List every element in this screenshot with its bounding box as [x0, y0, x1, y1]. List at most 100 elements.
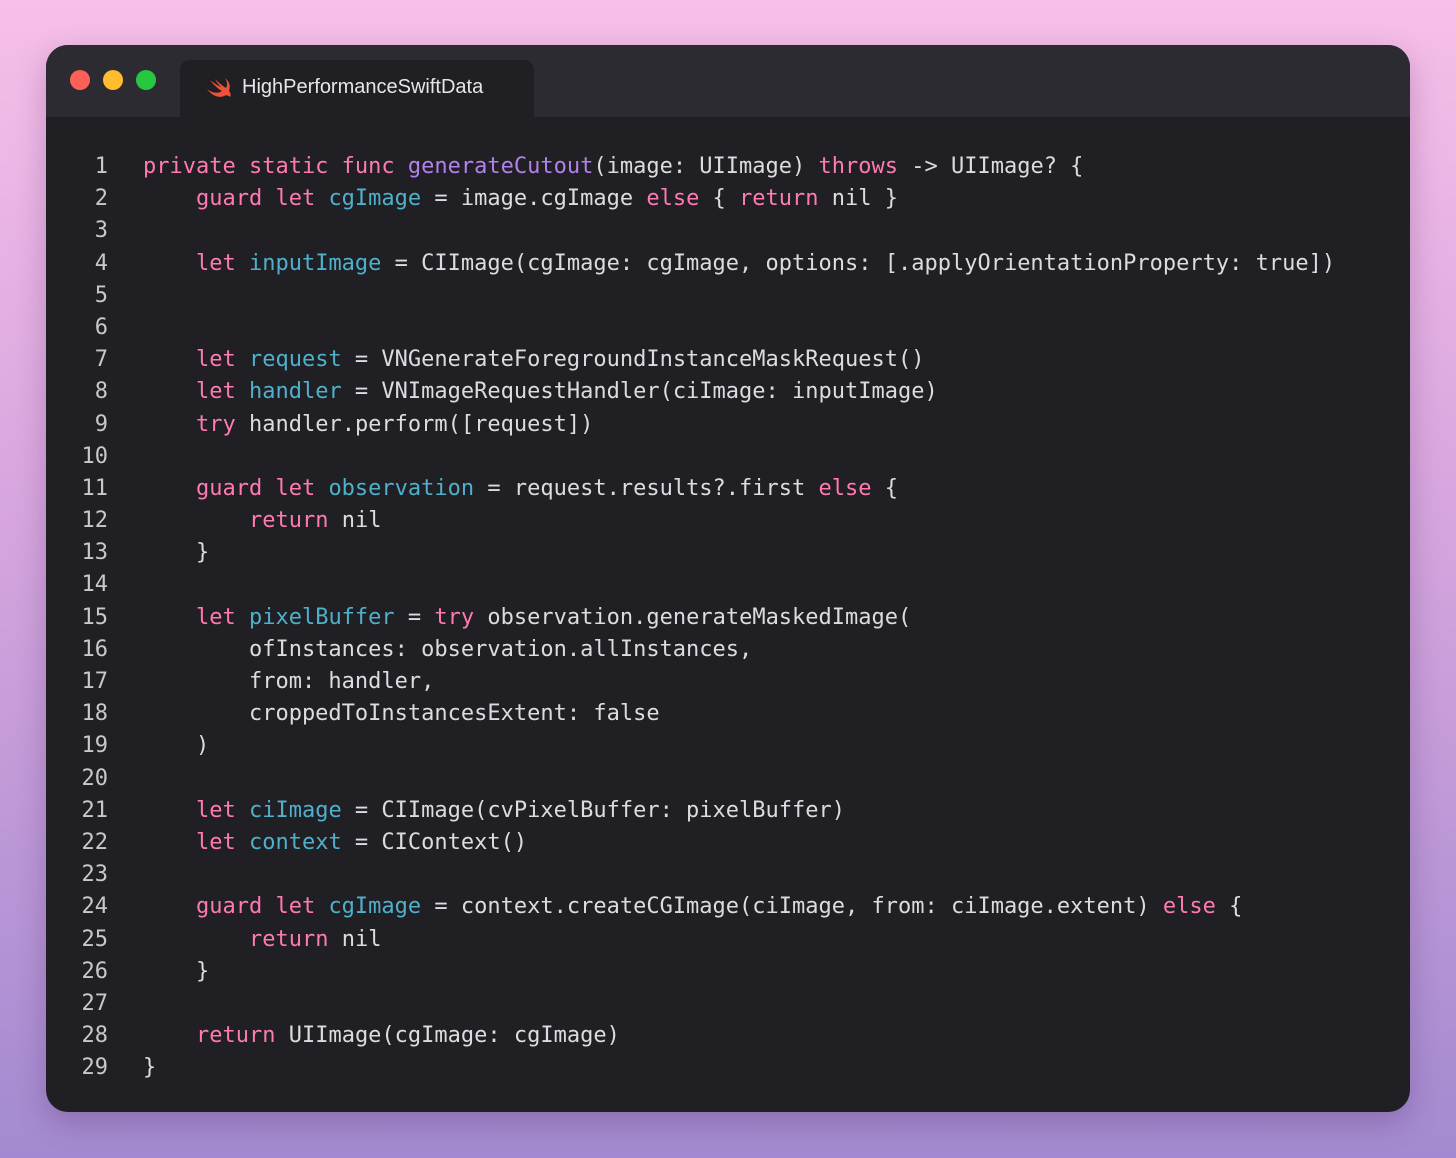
line-number: 23	[81, 862, 109, 888]
code-text: guard let cgImage = image.cgImage else {…	[143, 183, 898, 215]
code-token: let	[195, 250, 249, 276]
code-token: let	[195, 797, 249, 823]
code-line: 1 private static func generateCutout(imag…	[46, 151, 1410, 183]
code-token: }	[143, 540, 210, 566]
code-token: = context.createCGImage(ciImage, from: c…	[421, 894, 1163, 920]
code-token: guard let	[195, 186, 329, 212]
line-number: 26	[81, 958, 109, 984]
code-token: =	[394, 604, 435, 630]
line-number: 15	[81, 604, 109, 630]
code-token: observation	[328, 475, 475, 501]
line-number: 4	[94, 250, 108, 276]
line-number: 1	[94, 154, 108, 179]
line-number: 6	[94, 314, 108, 340]
code-line: 6	[46, 312, 1410, 344]
code-line: 14	[46, 569, 1410, 601]
code-token: context	[248, 829, 342, 855]
code-text: let inputImage = CIImage(cgImage: cgImag…	[143, 248, 1335, 280]
code-text: ofInstances: observation.allInstances,	[143, 634, 752, 666]
line-number: 27	[81, 990, 109, 1016]
zoom-button[interactable]	[136, 70, 156, 90]
code-token: throws	[818, 154, 898, 179]
code-line: 8 let handler = VNImageRequestHandler(ci…	[46, 376, 1410, 408]
code-editor[interactable]: 1 private static func generateCutout(imag…	[46, 151, 1410, 1084]
code-token: request	[248, 347, 342, 373]
code-token: )	[143, 733, 210, 759]
line-number: 25	[81, 926, 109, 952]
code-text: let context = CIContext()	[143, 827, 527, 859]
code-text: let handler = VNImageRequestHandler(ciIm…	[143, 376, 938, 408]
line-number: 28	[81, 1023, 109, 1049]
code-text: let ciImage = CIImage(cvPixelBuffer: pix…	[143, 795, 845, 827]
code-text: return nil	[143, 505, 381, 537]
line-number: 3	[94, 218, 108, 244]
code-token: guard let	[195, 475, 329, 501]
code-token: else	[646, 186, 700, 212]
code-token: cgImage	[328, 186, 422, 212]
line-number: 24	[81, 894, 109, 920]
code-text: let pixelBuffer = try observation.genera…	[143, 602, 911, 634]
code-token: handler	[248, 379, 342, 405]
code-token: cgImage	[328, 894, 422, 920]
code-line: 25 return nil	[46, 924, 1410, 956]
line-number: 17	[81, 669, 109, 694]
code-line: 16 ofInstances: observation.allInstances…	[46, 634, 1410, 666]
code-line: 2 guard let cgImage = image.cgImage else…	[46, 183, 1410, 215]
code-token: observation.generateMaskedImage(	[474, 604, 912, 630]
code-line: 10	[46, 441, 1410, 473]
code-text: let request = VNGenerateForegroundInstan…	[143, 344, 925, 376]
code-line: 15 let pixelBuffer = try observation.gen…	[46, 602, 1410, 634]
line-number: 29	[81, 1055, 109, 1081]
tab-title: HighPerformanceSwiftData	[242, 76, 484, 98]
code-text: private static func generateCutout(image…	[143, 151, 1083, 183]
code-line: 20	[46, 763, 1410, 795]
code-text: from: handler,	[143, 666, 434, 698]
line-number: 2	[94, 186, 108, 212]
close-button[interactable]	[70, 70, 90, 90]
code-line: 26 }	[46, 956, 1410, 988]
file-tab[interactable]: HighPerformanceSwiftData	[180, 60, 534, 117]
line-number: 10	[81, 443, 109, 469]
code-token: let	[195, 604, 249, 630]
line-number: 7	[94, 347, 108, 373]
code-text: )	[143, 730, 209, 762]
line-number: 21	[81, 797, 109, 823]
code-token: let	[195, 347, 249, 373]
swift-icon	[207, 78, 231, 97]
line-number: 8	[94, 379, 108, 405]
code-text: guard let observation = request.results?…	[143, 473, 898, 505]
line-number: 5	[94, 282, 108, 308]
line-number: 12	[81, 508, 109, 534]
code-token: try	[195, 411, 236, 437]
code-line: 18 croppedToInstancesExtent: false	[46, 698, 1410, 730]
code-token: let	[195, 829, 249, 855]
code-token: else	[1162, 894, 1216, 920]
code-token: return	[739, 186, 819, 212]
code-line: 4 let inputImage = CIImage(cgImage: cgIm…	[46, 248, 1410, 280]
code-token: ofInstances: observation.allInstances,	[143, 636, 753, 662]
code-token: nil	[328, 508, 382, 534]
code-line: 24 guard let cgImage = context.createCGI…	[46, 891, 1410, 923]
code-token: }	[143, 1055, 157, 1081]
minimize-button[interactable]	[103, 70, 123, 90]
line-number: 11	[81, 475, 109, 501]
code-line: 19 )	[46, 730, 1410, 762]
code-token: = request.results?.first	[474, 475, 819, 501]
code-token: {	[871, 475, 898, 501]
line-number: 18	[81, 701, 109, 727]
code-token: (image: UIImage)	[593, 154, 819, 179]
line-number: 14	[81, 572, 109, 598]
code-token: = CIContext()	[341, 829, 528, 855]
code-token: nil	[328, 926, 382, 952]
line-number: 16	[81, 636, 109, 662]
